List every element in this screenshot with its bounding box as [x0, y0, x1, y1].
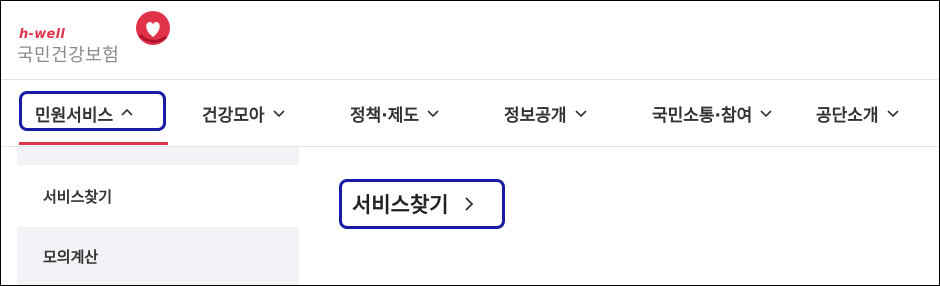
- logo-subtext: h-well: [19, 27, 66, 42]
- nav-label: 국민소통·참여: [652, 105, 753, 126]
- submenu-top-band: [17, 147, 299, 165]
- content-link-label: 서비스찾기: [352, 193, 449, 217]
- nav-label: 정보공개: [504, 105, 567, 126]
- nav-label: 공단소개: [816, 105, 879, 126]
- submenu-label: 모의계산: [43, 247, 99, 266]
- chevron-down-icon: [760, 110, 772, 118]
- logo-text: 국민건강보험: [17, 45, 120, 66]
- chevron-down-icon: [574, 110, 587, 118]
- submenu-item-calculator[interactable]: 모의계산: [17, 227, 299, 285]
- chevron-right-icon: [464, 197, 473, 211]
- nav-item-participation[interactable]: 국민소통·참여: [652, 80, 772, 146]
- nav-item-about[interactable]: 공단소개: [816, 80, 899, 146]
- nav-item-health[interactable]: 건강모아: [202, 80, 285, 146]
- site-logo[interactable]: h-well 국민건강보험: [17, 9, 177, 71]
- global-nav: 민원서비스 건강모아 정책·제도 정보공개 국민소통·참여 공단소개: [1, 80, 939, 147]
- page-frame: h-well 국민건강보험 민원서비스 건강모아 정책·제도 정보공개 국민소통…: [0, 0, 940, 286]
- submenu: 서비스찾기 모의계산: [1, 147, 299, 285]
- chevron-down-icon: [427, 110, 439, 118]
- nav-highlight-box: [19, 91, 166, 131]
- chevron-down-icon: [886, 110, 899, 118]
- nav-item-civil-service[interactable]: 민원서비스: [19, 80, 168, 146]
- heart-logo-icon: [136, 11, 170, 45]
- nav-active-underline: [19, 142, 168, 145]
- submenu-label: 서비스찾기: [43, 187, 113, 206]
- nav-label: 정책·제도: [350, 105, 420, 126]
- service-finder-link[interactable]: 서비스찾기: [339, 179, 505, 229]
- header: h-well 국민건강보험: [1, 1, 939, 80]
- nav-item-policy[interactable]: 정책·제도: [350, 80, 439, 146]
- nav-label: 건강모아: [202, 105, 265, 126]
- chevron-down-icon: [272, 110, 285, 118]
- submenu-item-service-finder[interactable]: 서비스찾기: [17, 167, 299, 225]
- nav-item-info[interactable]: 정보공개: [504, 80, 587, 146]
